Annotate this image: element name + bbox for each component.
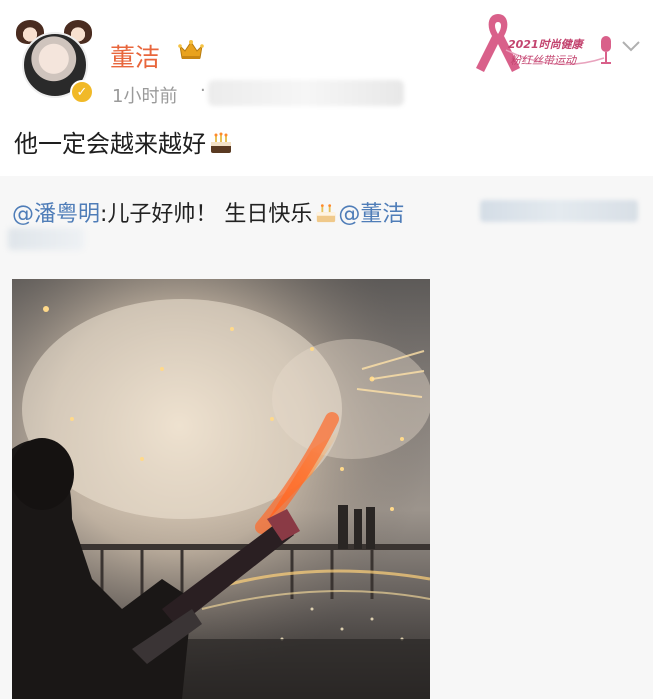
post-photo[interactable] bbox=[12, 279, 430, 699]
repost-text: @潘粤明:儿子好帅！ 生日快乐 @董洁 bbox=[12, 196, 404, 228]
post-content: 他一定会越来越好 bbox=[14, 124, 234, 159]
post-time: 1小时前 bbox=[112, 86, 178, 107]
chevron-down-icon[interactable] bbox=[622, 40, 640, 52]
post-text: 他一定会越来越好 bbox=[14, 130, 206, 158]
mention-link[interactable]: @潘粤明 bbox=[12, 202, 100, 227]
username[interactable]: 董洁 bbox=[110, 38, 160, 74]
repost-message: :儿子好帅！ 生日快乐 bbox=[100, 202, 313, 227]
badge-subtitle: 粉红丝带运动 bbox=[510, 54, 576, 67]
verified-icon: ✓ bbox=[70, 80, 94, 104]
cake-icon bbox=[211, 132, 231, 153]
fireworks-scene bbox=[12, 279, 430, 699]
avatar[interactable]: ✓ bbox=[12, 18, 96, 104]
cake-icon bbox=[317, 204, 336, 223]
blurred-text-2 bbox=[8, 228, 84, 250]
mention-link-2[interactable]: @董洁 bbox=[338, 202, 404, 227]
blurred-source bbox=[208, 80, 404, 106]
time-separator: · bbox=[200, 80, 206, 101]
microphone-icon bbox=[601, 36, 611, 64]
badge-title: 2021时尚健康 bbox=[508, 38, 583, 51]
crown-icon bbox=[178, 40, 204, 59]
blurred-text bbox=[480, 200, 638, 222]
